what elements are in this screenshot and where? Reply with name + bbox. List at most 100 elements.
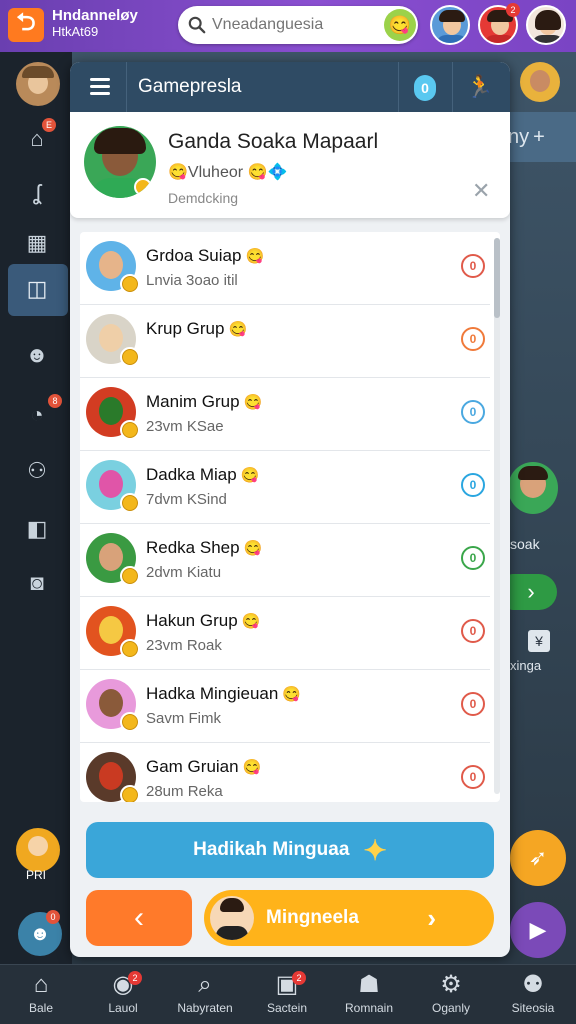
- nav-item-nabyraten[interactable]: ⌕ Nabyraten: [164, 971, 246, 1015]
- left-rail: ⌂ E ʆ ▦ ◫ ☻ ◔ 8 ⚇ ◧ ◙ PRI ☻ 0: [0, 52, 72, 964]
- next-avatar: [210, 896, 254, 940]
- nav-item-oganly[interactable]: ⚙ Oganly: [410, 971, 492, 1015]
- chevron-left-icon: ‹: [134, 901, 144, 934]
- scrollbar[interactable]: [494, 238, 500, 794]
- nav-item-siteosia[interactable]: ⚉ Siteosia: [492, 971, 574, 1015]
- notification-badge: 8: [48, 394, 62, 408]
- smile-icon: 😋: [228, 321, 248, 338]
- plus-icon: +: [533, 125, 545, 148]
- list-item[interactable]: Hakun Grup 😋 23vm Roak 0: [80, 597, 490, 670]
- game-icon: ◉: [112, 971, 134, 998]
- primary-action-button[interactable]: Hadikah Minguaa ✦: [86, 822, 494, 878]
- status-badge[interactable]: 0: [461, 619, 485, 643]
- play-button[interactable]: ▶: [510, 902, 566, 958]
- boost-button[interactable]: ➶: [510, 830, 566, 886]
- list-item-subtitle: Lnvia 3oao itil: [146, 272, 238, 289]
- panel-header: Gamepresla 0 🏃: [70, 62, 510, 112]
- coin-icon: [120, 493, 140, 513]
- next-label: Mingneela: [266, 907, 359, 928]
- nav-label: Sactein: [266, 1001, 308, 1015]
- list-item-subtitle: 2dvm Kiatu: [146, 564, 222, 581]
- smile-icon: 😋: [243, 394, 263, 411]
- list-item-subtitle: 28um Reka: [146, 783, 223, 800]
- board-icon[interactable]: ◫: [18, 270, 56, 308]
- status-badge[interactable]: 0: [461, 327, 485, 351]
- group-icon[interactable]: ⚇: [18, 452, 56, 490]
- bg-right-tab[interactable]: ny +: [500, 112, 576, 162]
- notification-badge: 2: [128, 971, 142, 985]
- list-item[interactable]: Hadka Mingieuan 😋 Savm Fimk 0: [80, 670, 490, 743]
- status-badge[interactable]: 0: [461, 473, 485, 497]
- calendar-icon: ▣: [275, 971, 299, 998]
- list-item[interactable]: Manim Grup 😋 23vm KSae 0: [80, 378, 490, 451]
- list-item-title: Gam Gruian 😋: [146, 757, 262, 776]
- profile-avatar[interactable]: [84, 126, 156, 198]
- app-name-line2: HtkAt69: [52, 24, 99, 39]
- nav-item-bale[interactable]: ⌂ Bale: [0, 971, 82, 1015]
- list-item[interactable]: Redka Shep 😋 2dvm Kiatu 0: [80, 524, 490, 597]
- list-item-subtitle: Savm Fimk: [146, 710, 221, 727]
- rail-avatar[interactable]: [16, 62, 60, 106]
- profile-subtitle: 😋Vluheor 😋💠: [168, 164, 288, 181]
- list-item-subtitle: 23vm Roak: [146, 637, 222, 654]
- back-button[interactable]: ⮌: [8, 8, 44, 42]
- notification-badge: 2: [292, 971, 306, 985]
- avatar[interactable]: [430, 5, 470, 45]
- list-item-title: Hadka Mingieuan 😋: [146, 684, 301, 703]
- list-item-subtitle: 7dvm KSind: [146, 491, 227, 508]
- gift-icon[interactable]: ◧: [18, 510, 56, 548]
- bg-right-arrow-button[interactable]: ›: [505, 574, 557, 610]
- coin-icon: [120, 785, 140, 802]
- status-badge[interactable]: 0: [461, 400, 485, 424]
- coin-icon: [120, 712, 140, 732]
- list-item[interactable]: Krup Grup 😋 0: [80, 305, 490, 378]
- smile-icon: 😋: [245, 248, 265, 265]
- group-panel: Gamepresla 0 🏃 Ganda Soaka Mapaarl 😋Vluh…: [70, 62, 510, 957]
- camera-icon[interactable]: ◙: [18, 564, 56, 602]
- status-badge[interactable]: 0: [461, 692, 485, 716]
- nav-item-lauol[interactable]: ◉ Lauol 2: [82, 971, 164, 1015]
- close-icon[interactable]: ✕: [472, 178, 490, 204]
- search-box[interactable]: 😋: [178, 6, 418, 44]
- list-item-title: Grdoa Suiap 😋: [146, 246, 265, 265]
- search-input[interactable]: [212, 16, 377, 34]
- bg-right-tab-label: ny: [508, 125, 530, 148]
- face-icon[interactable]: ☻: [18, 336, 56, 374]
- smile-icon: 😋: [242, 759, 262, 776]
- list-item[interactable]: Grdoa Suiap 😋 Lnvia 3oao itil 0: [80, 232, 490, 305]
- search-icon: ⌕: [198, 971, 212, 998]
- list-item-title: Manim Grup 😋: [146, 392, 263, 411]
- list-item-title: Hakun Grup 😋: [146, 611, 261, 630]
- coin-icon: [120, 566, 140, 586]
- primary-action-label: Hadikah Minguaa: [193, 839, 350, 860]
- count-badge[interactable]: 0: [414, 75, 436, 101]
- status-badge[interactable]: 0: [461, 254, 485, 278]
- status-badge[interactable]: 0: [461, 546, 485, 570]
- nav-item-sactein[interactable]: ▣ Sactein 2: [246, 971, 328, 1015]
- panel-title: Gamepresla: [138, 76, 242, 97]
- list-item[interactable]: Dadka Miap 😋 7dvm KSind 0: [80, 451, 490, 524]
- runner-icon[interactable]: 🏃: [466, 74, 493, 100]
- next-button[interactable]: Mingneela ›: [204, 890, 494, 946]
- bg-right-card[interactable]: [508, 462, 558, 514]
- previous-button[interactable]: ‹: [86, 890, 192, 946]
- nav-item-romnain[interactable]: ☗ Romnain: [328, 971, 410, 1015]
- bottom-nav: ⌂ Bale ◉ Lauol 2 ⌕ Nabyraten ▣ Sactein 2 ☗ Romnain ⚙…: [0, 964, 576, 1024]
- top-bar: ⮌ Hndanneløy HtkAt69 😋 2: [0, 0, 576, 52]
- avatar[interactable]: [526, 5, 566, 45]
- grid-icon[interactable]: ▦: [18, 224, 56, 262]
- rail-bottom-avatar[interactable]: [16, 828, 60, 872]
- search-icon: [188, 16, 206, 34]
- list-item-title: Redka Shep 😋: [146, 538, 263, 557]
- status-badge[interactable]: 0: [461, 765, 485, 789]
- smile-icon: 😋: [240, 467, 260, 484]
- bg-right-card-label: soak: [510, 536, 540, 552]
- group-list: Grdoa Suiap 😋 Lnvia 3oao itil 0 Krup Grup 😋 0 M…: [80, 232, 500, 802]
- emoji-badge-icon[interactable]: 😋: [384, 9, 416, 41]
- rail-bottom-label: PRI: [26, 868, 47, 882]
- leaf-icon[interactable]: ʆ: [18, 174, 56, 212]
- profile-status: Demdcking: [168, 190, 239, 206]
- user-icon: ⚉: [522, 971, 544, 998]
- list-item[interactable]: Gam Gruian 😋 28um Reka 0: [80, 743, 490, 802]
- menu-icon[interactable]: [90, 78, 110, 96]
